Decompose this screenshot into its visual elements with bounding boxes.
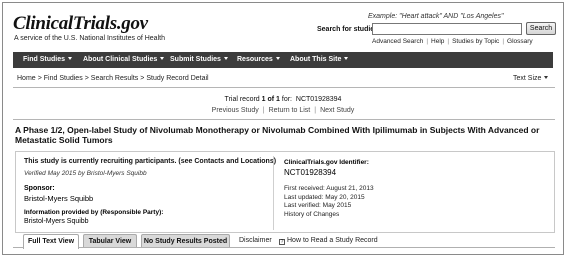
separator: | bbox=[502, 38, 505, 45]
advanced-search-link[interactable]: Advanced Search bbox=[372, 38, 423, 45]
study-title: A Phase 1/2, Open-label Study of Nivolum… bbox=[15, 125, 540, 145]
next-study-link[interactable]: Next Study bbox=[320, 107, 354, 114]
sponsor-label: Sponsor: bbox=[24, 185, 55, 192]
breadcrumb-current: Study Record Detail bbox=[146, 75, 209, 82]
search-button[interactable]: Search bbox=[526, 22, 556, 35]
site-header: ClinicalTrials.gov A service of the U.S.… bbox=[3, 3, 563, 49]
breadcrumb-find-studies[interactable]: Find Studies bbox=[44, 75, 83, 82]
nav-about-this-site[interactable]: About This Site bbox=[290, 52, 349, 68]
help-icon: ? bbox=[279, 239, 285, 245]
studies-by-topic-link[interactable]: Studies by Topic bbox=[452, 38, 499, 45]
chevron-down-icon bbox=[223, 57, 228, 60]
first-received: First received: August 21, 2013 bbox=[284, 185, 374, 192]
utility-links: Advanced Search | Help | Studies by Topic | Gl… bbox=[372, 38, 533, 45]
tab-disclaimer[interactable]: Disclaimer bbox=[239, 237, 272, 244]
last-updated: Last updated: May 20, 2015 bbox=[284, 193, 365, 201]
nav-submit-studies[interactable]: Submit Studies bbox=[170, 52, 228, 68]
nav-label: Resources bbox=[237, 56, 273, 63]
study-info-box: This study is currently recruiting parti… bbox=[15, 151, 555, 233]
tabs-baseline bbox=[13, 247, 555, 248]
history-of-changes-link[interactable]: History of Changes bbox=[284, 211, 374, 220]
identifier-label: ClinicalTrials.gov Identifier: bbox=[284, 159, 369, 166]
divider bbox=[13, 87, 555, 88]
nav-label: About This Site bbox=[290, 56, 342, 63]
separator: | bbox=[314, 107, 317, 114]
how-to-read-link[interactable]: ? How to Read a Study Record bbox=[279, 237, 378, 245]
breadcrumb-search-results[interactable]: Search Results bbox=[91, 75, 138, 82]
breadcrumb-separator: > bbox=[37, 75, 42, 82]
search-example: Example: "Heart attack" AND "Los Angeles… bbox=[368, 13, 504, 20]
breadcrumb: Home > Find Studies > Search Results > Study R… bbox=[17, 75, 209, 82]
chevron-down-icon bbox=[344, 57, 349, 60]
sponsor-value: Bristol-Myers Squibb bbox=[24, 194, 94, 203]
record-navigation: Previous Study | Return to List | Next Study bbox=[3, 107, 563, 114]
separator: | bbox=[426, 38, 429, 45]
recruitment-status[interactable]: This study is currently recruiting parti… bbox=[24, 158, 276, 165]
identifier-value: NCT01928394 bbox=[284, 168, 337, 177]
return-to-list-link[interactable]: Return to List bbox=[269, 107, 311, 114]
main-nav: Find Studies About Clinical Studies Subm… bbox=[13, 52, 553, 68]
chevron-down-icon bbox=[68, 57, 72, 60]
record-position: 1 of 1 bbox=[261, 96, 280, 103]
record-id: NCT01928394 bbox=[295, 96, 342, 103]
nav-find-studies[interactable]: Find Studies bbox=[23, 52, 72, 68]
chevron-down-icon bbox=[160, 57, 165, 60]
tab-tabular-view[interactable]: Tabular View bbox=[83, 234, 137, 248]
tab-no-study-results[interactable]: No Study Results Posted bbox=[141, 234, 230, 248]
help-link[interactable]: Help bbox=[431, 38, 444, 45]
site-logo[interactable]: ClinicalTrials.gov bbox=[13, 13, 148, 35]
nav-label: Submit Studies bbox=[170, 56, 221, 63]
record-for-label: for: bbox=[281, 96, 293, 103]
page-frame: ClinicalTrials.gov A service of the U.S.… bbox=[2, 2, 564, 255]
breadcrumb-separator: > bbox=[140, 75, 145, 82]
search-label: Search for studies: bbox=[317, 26, 381, 33]
separator: | bbox=[262, 107, 265, 114]
search-input[interactable] bbox=[372, 23, 522, 35]
divider bbox=[13, 119, 555, 120]
site-tagline: A service of the U.S. National Institute… bbox=[14, 35, 165, 42]
nav-label: Find Studies bbox=[23, 56, 65, 63]
text-size-label: Text Size bbox=[513, 75, 542, 82]
record-prefix: Trial record bbox=[224, 96, 260, 103]
how-to-read-label: How to Read a Study Record bbox=[287, 237, 378, 244]
trial-record-line: Trial record 1 of 1 for: NCT01928394 bbox=[3, 96, 563, 103]
chevron-down-icon bbox=[544, 76, 549, 79]
breadcrumb-separator: > bbox=[84, 75, 89, 82]
vertical-divider bbox=[273, 156, 274, 230]
info-provided-label: Information provided by (Responsible Par… bbox=[24, 209, 164, 216]
chevron-down-icon bbox=[275, 57, 280, 60]
separator: | bbox=[447, 38, 450, 45]
last-verified: Last verified: May 2015 bbox=[284, 202, 352, 209]
breadcrumb-home[interactable]: Home bbox=[17, 75, 36, 82]
verified-note: Verified May 2015 by Bristol-Myers Squib… bbox=[24, 170, 147, 177]
tab-full-text-view[interactable]: Full Text View bbox=[23, 234, 79, 249]
text-size-control[interactable]: Text Size bbox=[513, 75, 549, 82]
info-provided-value: Bristol-Myers Squibb bbox=[24, 218, 89, 225]
previous-study-link[interactable]: Previous Study bbox=[212, 107, 259, 114]
nav-about-clinical-studies[interactable]: About Clinical Studies bbox=[83, 52, 165, 68]
nav-resources[interactable]: Resources bbox=[237, 52, 280, 68]
glossary-link[interactable]: Glossary bbox=[507, 38, 533, 45]
nav-label: About Clinical Studies bbox=[83, 56, 158, 63]
record-dates: First received: August 21, 2013 Last upd… bbox=[284, 185, 374, 219]
